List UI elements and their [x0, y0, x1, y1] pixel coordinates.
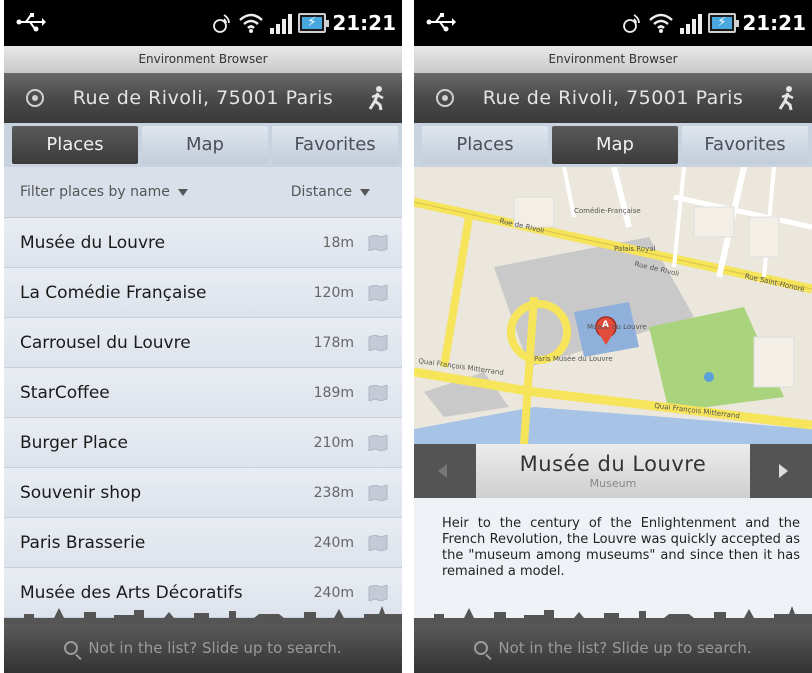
paris-skyline-graphic — [4, 606, 402, 624]
tab-favorites[interactable]: Favorites — [682, 126, 808, 164]
places-screen: ⚡ 21:21 Environment Browser Rue de Rivol… — [4, 0, 402, 673]
map-book-icon[interactable] — [368, 235, 388, 251]
location-bar: Rue de Rivoli, 75001 Paris — [414, 73, 812, 123]
tab-bar: Places Map Favorites — [414, 123, 812, 167]
tab-favorites[interactable]: Favorites — [272, 126, 398, 164]
dropdown-arrow-icon — [360, 188, 370, 196]
battery-icon: ⚡ — [708, 13, 740, 33]
place-distance: 238m — [313, 485, 354, 501]
map-book-icon[interactable] — [368, 385, 388, 401]
sync-icon — [213, 14, 231, 33]
list-item[interactable]: Carrousel du Louvre 178m — [4, 318, 402, 368]
walking-person-icon[interactable] — [774, 85, 798, 111]
status-bar: ⚡ 21:21 — [414, 0, 812, 46]
map-label: Musée du Louvre — [587, 323, 647, 331]
list-item[interactable]: Musée du Louvre 18m — [4, 218, 402, 268]
place-category: Museum — [589, 477, 637, 490]
tab-places[interactable]: Places — [422, 126, 548, 164]
sort-label: Distance — [290, 184, 352, 200]
sort-by-distance-dropdown[interactable]: Distance — [291, 167, 370, 218]
map-label: Palais Royal — [614, 245, 656, 253]
tab-places[interactable]: Places — [12, 126, 138, 164]
list-item[interactable]: Paris Brasserie 240m — [4, 518, 402, 568]
next-arrow-icon[interactable] — [779, 464, 788, 478]
signal-icon — [270, 12, 293, 34]
place-name: Paris Brasserie — [20, 533, 146, 553]
place-detail-card[interactable]: Musée du Louvre Museum — [476, 444, 750, 498]
wifi-icon — [239, 13, 264, 33]
place-distance: 240m — [313, 535, 354, 551]
filter-bar: Filter places by name Distance — [4, 167, 402, 218]
place-distance: 18m — [322, 235, 354, 251]
status-time: 21:21 — [332, 11, 396, 35]
place-name: StarCoffee — [20, 383, 110, 403]
battery-icon: ⚡ — [298, 13, 330, 33]
footer-hint: Not in the list? Slide up to search. — [498, 639, 752, 657]
filter-label: Filter places by name — [20, 184, 170, 200]
map-book-icon[interactable] — [368, 285, 388, 301]
place-distance: 210m — [313, 435, 354, 451]
dropdown-arrow-icon — [177, 188, 188, 196]
filter-by-name-dropdown[interactable]: Filter places by name — [20, 167, 188, 218]
status-bar: ⚡ 21:21 — [4, 0, 402, 46]
list-item[interactable]: Burger Place 210m — [4, 418, 402, 468]
previous-arrow-icon[interactable] — [438, 464, 447, 478]
tab-bar: Places Map Favorites — [4, 123, 402, 167]
map-book-icon[interactable] — [368, 335, 388, 351]
map-label: Comédie-Française — [574, 207, 641, 215]
map-label: Paris Musée du Louvre — [534, 355, 613, 363]
place-name: La Comédie Française — [20, 283, 207, 303]
list-item[interactable]: Souvenir shop 238m — [4, 468, 402, 518]
place-name: Souvenir shop — [20, 483, 142, 503]
map-view[interactable]: Rue de Rivoli Rue de Rivoli Rue Saint-Ho… — [414, 167, 812, 444]
location-bar: Rue de Rivoli, 75001 Paris — [4, 73, 402, 123]
footer-hint: Not in the list? Slide up to search. — [88, 639, 342, 657]
usb-icon — [426, 13, 456, 32]
place-distance: 178m — [313, 335, 354, 351]
gps-target-icon[interactable] — [436, 89, 454, 107]
search-footer[interactable]: Not in the list? Slide up to search. — [414, 624, 812, 673]
walking-person-icon[interactable] — [364, 85, 388, 111]
place-distance: 189m — [313, 385, 354, 401]
gps-target-icon[interactable] — [26, 89, 44, 107]
map-book-icon[interactable] — [368, 485, 388, 501]
status-time: 21:21 — [742, 11, 806, 35]
place-name: Burger Place — [20, 433, 128, 453]
tab-map[interactable]: Map — [142, 126, 268, 164]
paris-skyline-graphic — [414, 606, 812, 624]
place-name: Musée du Louvre — [20, 233, 166, 253]
place-title: Musée du Louvre — [519, 452, 707, 476]
map-book-icon[interactable] — [368, 435, 388, 451]
search-icon — [474, 641, 489, 655]
map-screen: ⚡ 21:21 Environment Browser Rue de Rivol… — [414, 0, 812, 673]
usb-icon — [16, 13, 46, 32]
map-book-icon[interactable] — [368, 585, 388, 601]
current-location: Rue de Rivoli, 75001 Paris — [72, 87, 334, 109]
place-detail-bar: Musée du Louvre Museum — [414, 444, 812, 498]
app-title: Environment Browser — [414, 46, 812, 73]
map-book-icon[interactable] — [368, 535, 388, 551]
sync-icon — [623, 14, 641, 33]
place-distance: 120m — [313, 285, 354, 301]
search-footer[interactable]: Not in the list? Slide up to search. — [4, 624, 402, 673]
app-title: Environment Browser — [4, 46, 402, 73]
current-location: Rue de Rivoli, 75001 Paris — [482, 87, 744, 109]
list-item[interactable]: StarCoffee 189m — [4, 368, 402, 418]
search-icon — [64, 641, 79, 655]
wifi-icon — [649, 13, 674, 33]
tab-map[interactable]: Map — [552, 126, 678, 164]
map-marker-label[interactable]: A — [602, 320, 609, 330]
signal-icon — [680, 12, 703, 34]
places-list: Musée du Louvre 18m La Comédie Française 1… — [4, 218, 402, 618]
place-name: Carrousel du Louvre — [20, 333, 191, 353]
list-item[interactable]: La Comédie Française 120m — [4, 268, 402, 318]
